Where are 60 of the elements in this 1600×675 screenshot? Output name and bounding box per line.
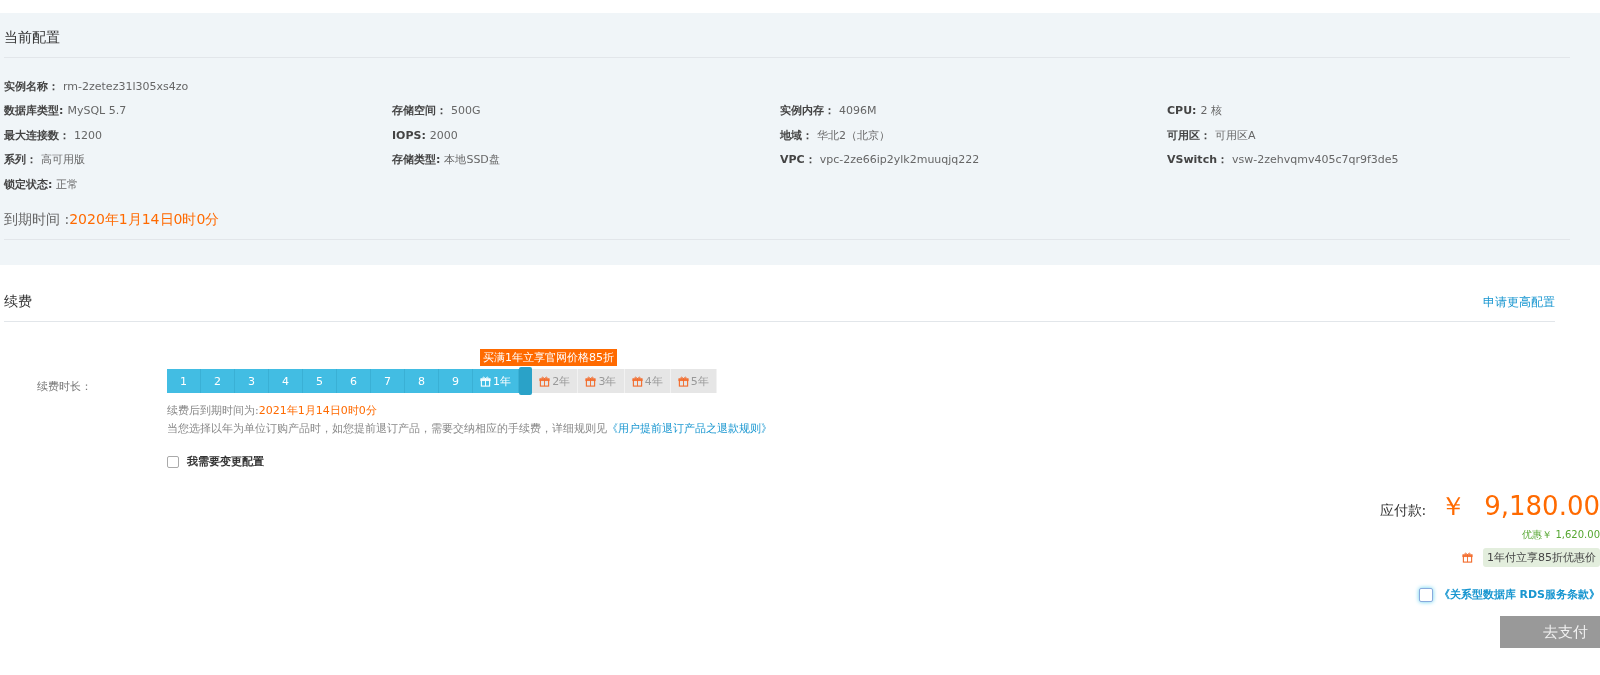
duration-option[interactable]: 3 [235,369,269,393]
refund-notice: 当您选择以年为单位订购产品时，如您提前退订产品，需要交纳相应的手续费，详细规则见 [167,422,607,435]
field-label: 可用区： [1167,128,1211,142]
field-label: 存储类型: [392,153,441,167]
checkbox-label: 我需要变更配置 [187,454,264,469]
expiry-date: 2020年1月14日0时0分 [69,210,220,227]
duration-option[interactable]: 5年 [670,369,717,393]
field-value: rm-2zetez31l305xs4zo [63,79,189,93]
price: 9,180.00 [1484,491,1600,521]
field-label: 实例内存： [780,104,835,118]
field-value: 4096M [839,104,877,118]
field-label: 存储空间： [392,104,447,118]
duration-option[interactable]: 6 [337,369,371,393]
discount-amount: 优惠￥ 1,620.00 [1522,528,1600,542]
amount-label: 应付款: [1379,502,1427,520]
new-expiry-label: 续费后到期时间为: [167,404,259,417]
field-value: 可用区A [1215,128,1256,142]
field-label: 最大连接数： [4,128,70,142]
duration-option[interactable]: 4年 [624,369,671,393]
duration-option[interactable]: 7 [371,369,405,393]
duration-option[interactable]: 1 [167,369,201,393]
section-title: 当前配置 [4,29,61,47]
field-label: 实例名称： [4,79,59,93]
field-value: 高可用版 [41,153,85,167]
field-value: MySQL 5.7 [67,104,127,118]
field-label: VPC： [780,153,816,167]
field-label: 系列： [4,153,37,167]
field-label: IOPS: [392,128,426,142]
duration-option[interactable]: 5 [303,369,337,393]
duration-option[interactable]: 3年 [578,369,625,393]
field-value: vpc-2ze66ip2ylk2muuqjq222 [819,153,980,167]
expiry-label: 到期时间 : [4,210,70,227]
duration-label: 续费时长： [36,379,93,395]
field-label: 数据库类型: [4,104,64,118]
field-value: 正常 [56,177,79,191]
refund-rules-link[interactable]: 《用户提前退订产品之退款规则》 [607,422,772,435]
duration-option[interactable]: 8 [405,369,439,393]
discount-tooltip: 买满1年立享官网价格85折 [480,349,617,366]
upgrade-link[interactable]: 申请更高配置 [1483,294,1555,311]
pay-button[interactable]: 去支付 [1500,616,1600,648]
field-label: CPU: [1167,104,1197,118]
section-title: 续费 [4,293,32,311]
duration-option[interactable]: 2 [201,369,235,393]
field-value: 2 核 [1200,104,1222,118]
field-value: 本地SSD盘 [444,153,500,167]
duration-option[interactable]: 4 [269,369,303,393]
field-label: VSwitch： [1167,153,1228,167]
duration-option[interactable]: 9 [439,369,473,393]
duration-option[interactable]: 2年 [532,369,579,393]
duration-slider[interactable]: 1 2 3 4 5 6 7 8 9 1年 2年 3年 4年 5年 [167,369,717,393]
terms-link[interactable]: 《关系型数据库 RDS服务条款》 [1438,587,1600,602]
field-value: 2000 [429,128,458,142]
currency-symbol: ￥ [1440,490,1467,523]
field-value: vsw-2zehvqmv405c7qr9f3de5 [1232,153,1399,167]
field-label: 地域： [780,128,813,142]
field-value: 500G [451,104,481,118]
field-value: 1200 [74,128,102,142]
field-value: 华北2（北京） [817,128,890,142]
promo-tag: 1年付立享85折优惠价 [1483,548,1600,567]
field-label: 锁定状态: [4,177,53,191]
